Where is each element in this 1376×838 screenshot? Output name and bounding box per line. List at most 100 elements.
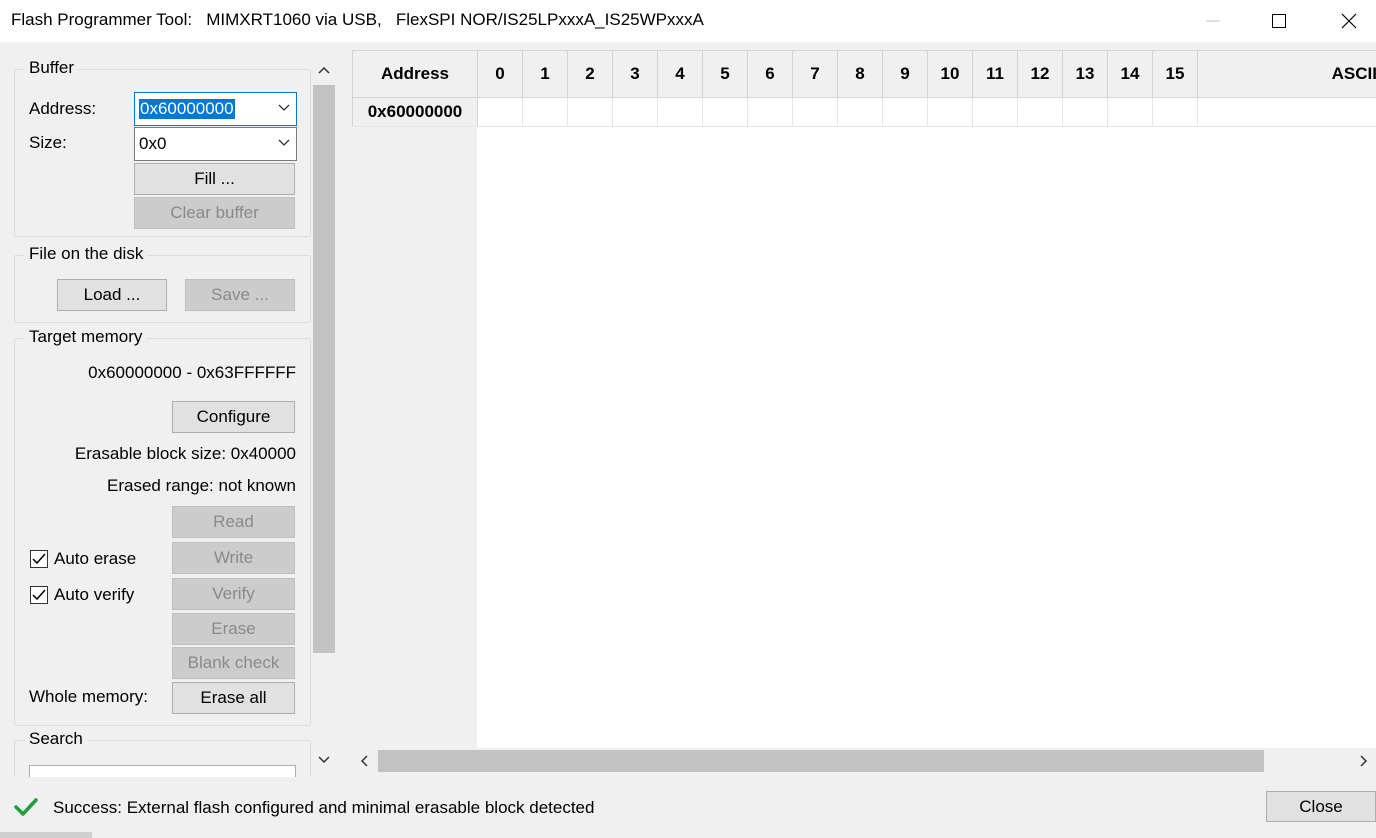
byte-column-header: 1	[523, 50, 568, 98]
fill-button[interactable]: Fill ...	[134, 163, 295, 195]
byte-column-header: 9	[883, 50, 928, 98]
auto-erase-label: Auto erase	[54, 549, 137, 568]
scroll-right-button[interactable]	[1352, 750, 1376, 772]
erase-button[interactable]: Erase	[172, 613, 295, 645]
maximize-icon	[1272, 14, 1286, 28]
ascii-cell[interactable]	[1198, 98, 1376, 127]
file-legend: File on the disk	[25, 244, 148, 264]
byte-cell[interactable]	[1018, 98, 1063, 127]
read-button[interactable]: Read	[172, 506, 295, 538]
search-input[interactable]	[29, 765, 296, 777]
byte-cell[interactable]	[973, 98, 1018, 127]
byte-cell[interactable]	[928, 98, 973, 127]
scroll-thumb[interactable]	[313, 85, 335, 653]
byte-column-header: 5	[703, 50, 748, 98]
erased-range-text: Erased range: not known	[106, 476, 296, 495]
scroll-down-button[interactable]	[313, 747, 335, 773]
minimize-icon	[1206, 20, 1220, 22]
byte-column-header: 8	[838, 50, 883, 98]
auto-verify-checkbox[interactable]: Auto verify	[30, 585, 134, 605]
chevron-down-icon	[318, 756, 330, 764]
title-bar: Flash Programmer Tool: MIMXRT1060 via US…	[0, 0, 1376, 42]
grid-header-row: Address 0 1 2 3 4 5 6 7 8 9 10 11 12 13 …	[352, 50, 1376, 98]
chevron-right-icon	[1360, 755, 1368, 767]
table-row[interactable]: 0x60000000	[352, 98, 1376, 127]
scroll-up-button[interactable]	[313, 57, 335, 83]
size-combobox[interactable]: 0x0	[134, 127, 297, 161]
file-group: File on the disk Load ... Save ...	[14, 244, 311, 323]
byte-cell[interactable]	[703, 98, 748, 127]
memory-grid: Address 0 1 2 3 4 5 6 7 8 9 10 11 12 13 …	[352, 50, 1376, 748]
maximize-button[interactable]	[1246, 0, 1312, 42]
save-button[interactable]: Save ...	[185, 279, 295, 311]
byte-cell[interactable]	[568, 98, 613, 127]
chevron-up-icon	[318, 66, 330, 74]
close-window-button[interactable]	[1316, 0, 1376, 42]
whole-memory-label: Whole memory:	[29, 687, 149, 706]
byte-column-header: 14	[1108, 50, 1153, 98]
byte-cell[interactable]	[478, 98, 523, 127]
address-value: 0x60000000	[139, 99, 235, 119]
byte-column-header: 6	[748, 50, 793, 98]
clear-buffer-button[interactable]: Clear buffer	[134, 197, 295, 229]
checkbox-box	[30, 550, 48, 568]
byte-cell[interactable]	[793, 98, 838, 127]
byte-cell[interactable]	[613, 98, 658, 127]
byte-cell[interactable]	[1108, 98, 1153, 127]
scroll-left-button[interactable]	[352, 750, 376, 772]
load-button[interactable]: Load ...	[57, 279, 167, 311]
byte-column-header: 2	[568, 50, 613, 98]
minimize-button[interactable]	[1180, 0, 1246, 42]
ascii-column-header: ASCII	[1198, 50, 1376, 98]
byte-column-header: 0	[478, 50, 523, 98]
control-panel: Buffer Address: 0x60000000 Size: 0x0 Fil…	[0, 42, 344, 777]
address-column-background	[352, 50, 477, 748]
byte-column-header: 11	[973, 50, 1018, 98]
byte-column-header: 4	[658, 50, 703, 98]
taskbar-edge	[0, 832, 92, 838]
verify-button[interactable]: Verify	[172, 578, 295, 610]
check-icon	[14, 798, 38, 816]
erase-all-button[interactable]: Erase all	[172, 682, 295, 714]
byte-cell[interactable]	[1153, 98, 1198, 127]
chevron-down-icon	[278, 139, 290, 146]
flash-programmer-window: Flash Programmer Tool: MIMXRT1060 via US…	[0, 0, 1376, 838]
row-address-cell[interactable]: 0x60000000	[352, 98, 478, 127]
auto-verify-label: Auto verify	[54, 585, 135, 604]
byte-cell[interactable]	[523, 98, 568, 127]
search-group: Search	[14, 729, 311, 777]
target-memory-legend: Target memory	[25, 327, 147, 347]
close-icon	[1341, 13, 1357, 29]
target-memory-group: Target memory 0x60000000 - 0x63FFFFFF Co…	[14, 327, 311, 726]
byte-column-header: 13	[1063, 50, 1108, 98]
status-message: Success: External flash configured and m…	[53, 798, 595, 817]
checkmark-icon	[32, 589, 46, 601]
byte-cell[interactable]	[883, 98, 928, 127]
byte-cell[interactable]	[658, 98, 703, 127]
byte-cell[interactable]	[748, 98, 793, 127]
auto-erase-checkbox[interactable]: Auto erase	[30, 549, 136, 569]
buffer-legend: Buffer	[25, 58, 79, 78]
byte-column-header: 3	[613, 50, 658, 98]
status-bar: Success: External flash configured and m…	[0, 778, 1376, 838]
configure-button[interactable]: Configure	[172, 401, 295, 433]
byte-column-header: 10	[928, 50, 973, 98]
chevron-left-icon	[360, 755, 368, 767]
address-combobox[interactable]: 0x60000000	[134, 92, 297, 126]
size-value: 0x0	[139, 134, 167, 153]
write-button[interactable]: Write	[172, 542, 295, 574]
address-column-header: Address	[352, 50, 478, 98]
grid-horizontal-scrollbar[interactable]	[352, 750, 1376, 772]
byte-cell[interactable]	[838, 98, 883, 127]
erasable-block-size-text: Erasable block size: 0x40000	[74, 444, 296, 463]
blank-check-button[interactable]: Blank check	[172, 647, 295, 679]
byte-column-header: 12	[1018, 50, 1063, 98]
checkbox-box	[30, 586, 48, 604]
byte-cell[interactable]	[1063, 98, 1108, 127]
memory-range-text: 0x60000000 - 0x63FFFFFF	[88, 363, 296, 382]
scroll-thumb[interactable]	[378, 750, 1264, 772]
close-button[interactable]: Close	[1266, 791, 1376, 822]
byte-column-header: 15	[1153, 50, 1198, 98]
buffer-group: Buffer Address: 0x60000000 Size: 0x0 Fil…	[14, 58, 311, 237]
left-panel-scrollbar[interactable]	[313, 57, 335, 775]
